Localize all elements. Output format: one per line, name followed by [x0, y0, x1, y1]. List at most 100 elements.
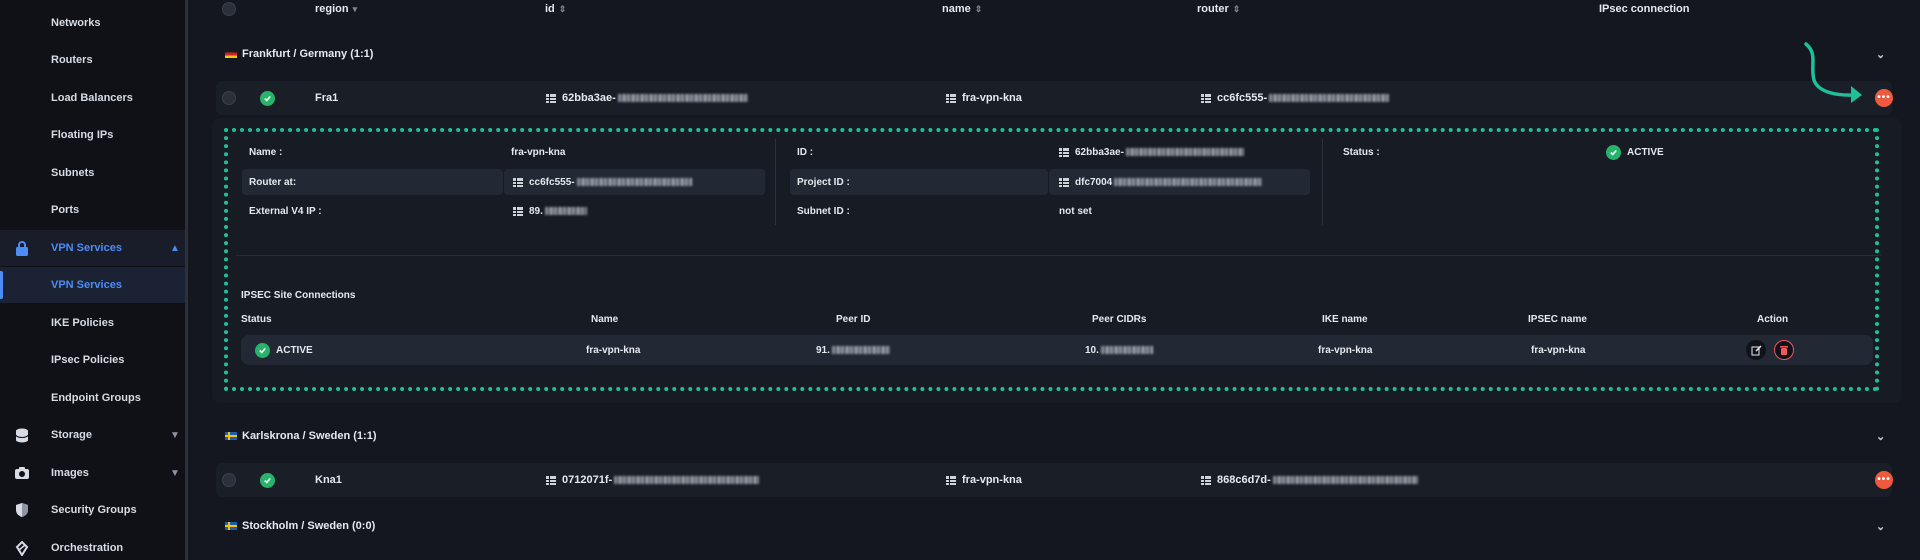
sidebar-scrollbar[interactable] — [185, 0, 188, 560]
sidebar-item-images[interactable]: Images ▼ — [0, 455, 188, 491]
detail-status-text: ACTIVE — [1627, 146, 1664, 158]
table-icon — [946, 93, 956, 103]
detail-project-label: Project ID : — [797, 176, 850, 188]
sidebar-item-subnets[interactable]: Subnets — [0, 155, 188, 191]
sidebar-item-label: Security Groups — [51, 504, 137, 516]
table-row[interactable]: Fra1 62bba3ae- fra-vpn-kna cc6fc555- ••• — [216, 81, 1893, 115]
row-name-text: fra-vpn-kna — [962, 474, 1022, 486]
sidebar-item-vpn-services[interactable]: VPN Services — [0, 267, 188, 303]
row-id[interactable]: 62bba3ae- — [546, 81, 748, 115]
redacted-value — [544, 207, 587, 215]
sort-desc-icon: ▾ — [352, 3, 358, 14]
ipsec-header-name[interactable]: Name — [591, 310, 618, 328]
ipsec-status: ACTIVE — [255, 335, 313, 365]
row-name[interactable]: fra-vpn-kna — [946, 81, 1022, 115]
redacted-value — [1272, 476, 1418, 484]
table-icon — [1201, 475, 1211, 485]
column-header-id[interactable]: id ⇕ — [545, 0, 566, 18]
header-label: name — [942, 3, 971, 15]
column-header-region[interactable]: region ▾ — [315, 0, 357, 18]
ipsec-header-ike-name: IKE name — [1322, 313, 1368, 325]
row-router[interactable]: cc6fc555- — [1201, 81, 1390, 115]
table-icon — [946, 475, 956, 485]
sidebar-item-label: Storage — [51, 429, 92, 441]
table-row[interactable]: Kna1 0712071f- fra-vpn-kna 868c6d7d- ••• — [216, 463, 1893, 497]
edit-icon[interactable] — [1746, 340, 1766, 360]
row-region[interactable]: Fra1 — [315, 81, 338, 115]
more-options-icon[interactable]: ••• — [1875, 471, 1893, 489]
column-header-router[interactable]: router ⇕ — [1197, 0, 1240, 18]
chevron-down-icon[interactable]: ⌄ — [1876, 520, 1885, 533]
sidebar-item-label: Routers — [51, 54, 93, 66]
detail-id-value[interactable]: 62bba3ae- — [1059, 139, 1244, 165]
section-divider — [236, 255, 1881, 256]
sidebar-item-label: Ports — [51, 204, 80, 216]
detail-project-value[interactable]: dfc7004 — [1059, 169, 1263, 195]
sidebar-item-vpn-services-group[interactable]: VPN Services ▲ — [0, 230, 188, 266]
sidebar-item-orchestration[interactable]: Orchestration — [0, 530, 188, 560]
chevron-down-icon[interactable]: ⌄ — [1876, 48, 1885, 61]
redacted-value — [576, 178, 692, 186]
detail-status-label: Status : — [1343, 146, 1380, 158]
sidebar-item-ike-policies[interactable]: IKE Policies — [0, 305, 188, 341]
detail-router-text: cc6fc555- — [529, 176, 575, 188]
group-header-stockholm[interactable]: Stockholm / Sweden (0:0) ⌄ — [212, 509, 1902, 543]
row-select-radio[interactable] — [222, 473, 236, 487]
group-header-karlskrona[interactable]: Karlskrona / Sweden (1:1) ⌄ — [212, 419, 1902, 453]
delete-icon[interactable] — [1774, 340, 1794, 360]
table-icon — [513, 177, 523, 187]
redacted-value — [617, 94, 748, 102]
row-id-text: 62bba3ae- — [562, 92, 616, 104]
sidebar-item-routers[interactable]: Routers — [0, 42, 188, 78]
sidebar-item-endpoint-groups[interactable]: Endpoint Groups — [0, 380, 188, 416]
sidebar-item-label: VPN Services — [51, 242, 122, 254]
column-header-name[interactable]: name ⇕ — [942, 0, 982, 18]
sort-icon: ⇕ — [974, 3, 983, 14]
sweden-flag-icon — [225, 522, 237, 530]
chevron-down-icon: ▼ — [170, 467, 180, 479]
table-icon — [546, 93, 556, 103]
sidebar-item-label: Images — [51, 467, 89, 479]
sweden-flag-icon — [225, 432, 237, 440]
chevron-up-icon: ▲ — [170, 242, 180, 254]
redacted-value — [1100, 346, 1153, 354]
row-router[interactable]: 868c6d7d- — [1201, 463, 1418, 497]
sidebar-item-floating-ips[interactable]: Floating IPs — [0, 117, 188, 153]
sidebar-item-networks[interactable]: Networks — [0, 5, 188, 41]
detail-id-label: ID : — [797, 146, 814, 158]
row-id[interactable]: 0712071f- — [546, 463, 760, 497]
group-title: Stockholm / Sweden (0:0) — [242, 520, 376, 532]
redacted-value — [1125, 148, 1244, 156]
redacted-value — [614, 476, 760, 484]
sort-icon: ⇕ — [1232, 3, 1241, 14]
detail-name-value: fra-vpn-kna — [511, 146, 566, 158]
row-region[interactable]: Kna1 — [315, 463, 342, 497]
sidebar-item-label: Subnets — [51, 167, 95, 179]
select-all-radio[interactable] — [222, 2, 236, 16]
group-header-frankfurt[interactable]: Frankfurt / Germany (1:1) ⌄ — [212, 37, 1902, 71]
sidebar-item-storage[interactable]: Storage ▼ — [0, 417, 188, 453]
detail-external-ip-text: 89. — [529, 205, 543, 217]
header-label: id — [545, 3, 555, 15]
sidebar-item-ports[interactable]: Ports — [0, 192, 188, 228]
row-router-text: cc6fc555- — [1217, 92, 1268, 104]
table-icon — [513, 206, 523, 216]
detail-project-text: dfc7004 — [1075, 176, 1113, 188]
header-label: IPsec connection — [1599, 3, 1690, 15]
detail-router-value[interactable]: cc6fc555- — [513, 169, 692, 195]
ipsec-header-ipsec-name: IPSEC name — [1528, 313, 1587, 325]
status-active-icon — [260, 81, 275, 115]
row-select-radio[interactable] — [222, 91, 236, 105]
camera-icon — [14, 465, 30, 481]
sidebar-item-ipsec-policies[interactable]: IPsec Policies — [0, 342, 188, 378]
more-options-icon[interactable]: ••• — [1875, 89, 1893, 107]
sidebar-item-security-groups[interactable]: Security Groups — [0, 492, 188, 528]
sort-icon: ⇕ — [558, 3, 567, 14]
chevron-down-icon[interactable]: ⌄ — [1876, 430, 1885, 443]
sidebar-item-load-balancers[interactable]: Load Balancers — [0, 80, 188, 116]
row-name[interactable]: fra-vpn-kna — [946, 463, 1022, 497]
ipsec-connection-row[interactable]: ACTIVE fra-vpn-kna 91. 10. fra-vpn-kna f… — [241, 335, 1873, 365]
table-icon — [1059, 177, 1069, 187]
row-router-text: 868c6d7d- — [1217, 474, 1271, 486]
germany-flag-icon — [225, 50, 237, 58]
